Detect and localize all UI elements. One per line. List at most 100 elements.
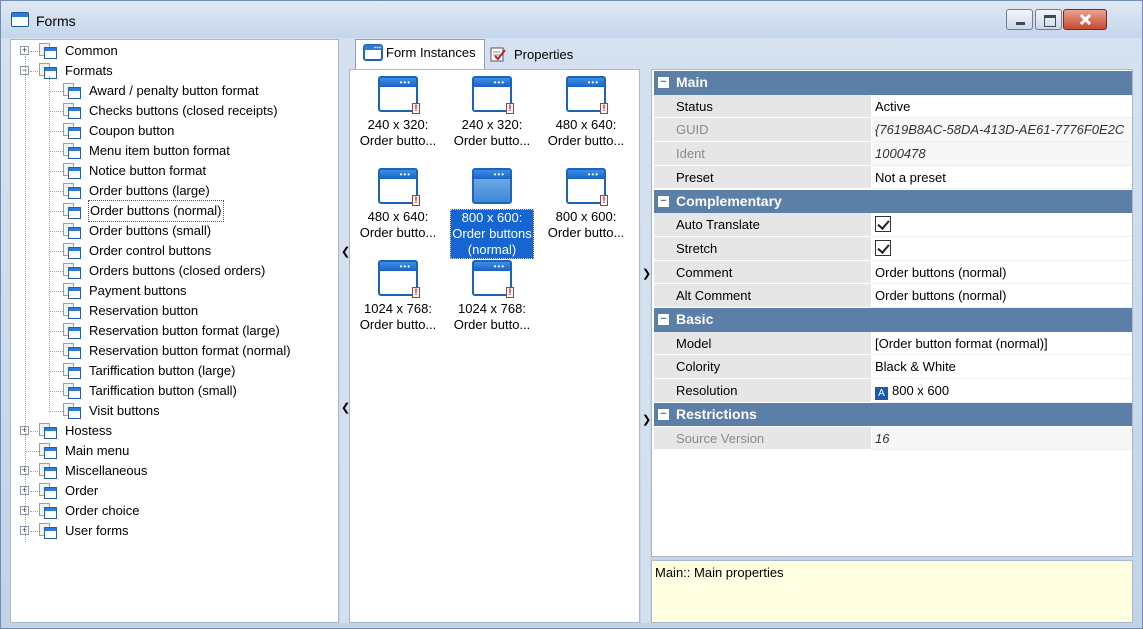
property-name: Colority <box>654 355 871 380</box>
property-value[interactable] <box>872 236 1132 261</box>
expand-icon[interactable]: + <box>20 46 29 55</box>
category-label: Restrictions <box>676 405 757 422</box>
tree-item[interactable]: Order buttons (normal) <box>11 200 338 222</box>
tree-item[interactable]: Notice button format <box>11 161 338 181</box>
tree-item[interactable]: + User forms <box>11 521 338 541</box>
form-folder-icon <box>63 183 81 199</box>
property-row[interactable]: Auto Translate <box>654 213 1132 237</box>
tree-item[interactable]: Payment buttons <box>11 281 338 301</box>
property-row[interactable]: Source Version 16 <box>654 426 1132 451</box>
minimize-button[interactable] <box>1006 9 1033 30</box>
tree-item[interactable]: Menu item button format <box>11 141 338 161</box>
property-name: GUID <box>654 118 871 143</box>
form-instance-item[interactable]: •••! 480 x 640: Order butto... <box>356 168 440 241</box>
property-category[interactable]: − Basic <box>654 308 1132 332</box>
collapse-category-icon[interactable]: − <box>658 408 669 420</box>
form-instance-item[interactable]: •••! 240 x 320: Order butto... <box>356 76 440 149</box>
tree-item[interactable]: Reservation button format (large) <box>11 321 338 341</box>
form-instance-item[interactable]: •••! 800 x 600: Order butto... <box>544 168 628 241</box>
property-row[interactable]: Ident 1000478 <box>654 142 1132 166</box>
left-splitter[interactable]: ❮ ❮ <box>340 39 350 623</box>
tree-item[interactable]: Order buttons (small) <box>11 221 338 241</box>
maximize-button[interactable] <box>1035 9 1062 30</box>
tree-item[interactable]: + Hostess <box>11 421 338 441</box>
tree-item[interactable]: Orders buttons (closed orders) <box>11 261 338 281</box>
form-folder-icon <box>63 263 81 279</box>
form-icon <box>363 44 383 61</box>
property-row[interactable]: Alt Comment Order buttons (normal) <box>654 284 1132 308</box>
tree-item[interactable]: + Common <box>11 41 338 61</box>
expand-right-arrow-icon[interactable]: ❯ <box>642 267 651 280</box>
form-folder-icon <box>63 403 81 419</box>
right-splitter[interactable]: ❯ ❯ <box>641 69 651 623</box>
property-value[interactable]: Active <box>872 94 1132 119</box>
property-value[interactable]: Order buttons (normal) <box>872 260 1132 285</box>
tree-item[interactable]: − Formats <box>11 61 338 81</box>
form-instance-icon: •••! <box>566 76 608 114</box>
close-button[interactable] <box>1063 9 1107 30</box>
property-category[interactable]: − Complementary <box>654 189 1132 214</box>
property-row[interactable]: GUID {7619B8AC-58DA-413D-AE61-7776F0E2C <box>654 118 1132 143</box>
tab-form-instances-label: Form Instances <box>386 45 476 60</box>
form-instance-item[interactable]: •••! 240 x 320: Order butto... <box>450 76 534 149</box>
tree-item[interactable]: Reservation button format (normal) <box>11 341 338 361</box>
form-instance-item[interactable]: •••! 1024 x 768: Order butto... <box>356 260 440 333</box>
tree-item[interactable]: Order buttons (large) <box>11 181 338 201</box>
property-row[interactable]: Stretch <box>654 236 1132 261</box>
form-instance-item[interactable]: •••! 480 x 640: Order butto... <box>544 76 628 149</box>
form-instance-item[interactable]: •••! 1024 x 768: Order butto... <box>450 260 534 333</box>
tree-item-label: Formats <box>65 63 113 78</box>
form-folder-icon <box>39 43 57 59</box>
property-row[interactable]: Colority Black & White <box>654 355 1132 380</box>
property-value[interactable]: Not a preset <box>872 165 1132 190</box>
property-value[interactable]: A 800 x 600 <box>872 379 1132 403</box>
tree-item[interactable]: Coupon button <box>11 121 338 141</box>
property-row[interactable]: Preset Not a preset <box>654 165 1132 190</box>
tree-item[interactable]: + Order choice <box>11 501 338 521</box>
form-folder-icon <box>39 483 57 499</box>
tab-form-instances[interactable]: Form Instances <box>355 39 485 69</box>
property-category[interactable]: − Restrictions <box>654 402 1132 427</box>
tree-item[interactable]: Award / penalty button format <box>11 81 338 101</box>
property-row[interactable]: Model [Order button format (normal)] <box>654 331 1132 356</box>
title-bar[interactable]: Forms <box>1 1 1142 38</box>
tree-item[interactable]: Tariffication button (large) <box>11 361 338 381</box>
property-name: Resolution <box>654 379 871 403</box>
tree-item[interactable]: Checks buttons (closed receipts) <box>11 101 338 121</box>
checked-checkbox[interactable] <box>875 239 891 256</box>
property-category[interactable]: − Main <box>654 71 1132 95</box>
tree-item[interactable]: Tariffication button (small) <box>11 381 338 401</box>
expand-right-arrow-icon-2[interactable]: ❯ <box>642 413 651 426</box>
tree-item[interactable]: + Miscellaneous <box>11 461 338 481</box>
form-folder-icon <box>63 103 81 119</box>
property-row[interactable]: Status Active <box>654 94 1132 119</box>
property-grid[interactable]: − Main Status Active GUID {7619B8AC-58DA-413D… <box>651 69 1133 557</box>
tree-item[interactable]: Order control buttons <box>11 241 338 261</box>
property-row[interactable]: Comment Order buttons (normal) <box>654 260 1132 285</box>
property-row[interactable]: Resolution A 800 x 600 <box>654 379 1132 403</box>
tree-item[interactable]: Visit buttons <box>11 401 338 421</box>
tree-item[interactable]: + Order <box>11 481 338 501</box>
form-instances-list[interactable]: •••! 240 x 320: Order butto... •••! 240 x 32… <box>349 69 640 623</box>
form-instance-icon: •••! <box>472 76 514 114</box>
property-value[interactable]: Order buttons (normal) <box>872 284 1132 308</box>
property-value[interactable]: [Order button format (normal)] <box>872 331 1132 356</box>
tree-item[interactable]: Main menu <box>11 441 338 461</box>
collapse-category-icon[interactable]: − <box>658 195 669 207</box>
collapse-category-icon[interactable]: − <box>658 314 669 325</box>
collapse-category-icon[interactable]: − <box>658 77 669 88</box>
tree-item-label: Order buttons (large) <box>89 183 210 198</box>
tab-properties[interactable]: Properties <box>483 41 582 68</box>
checked-checkbox[interactable] <box>875 216 891 233</box>
forms-tree[interactable]: + Common − Formats Award / penalty button fo… <box>10 39 339 623</box>
property-name: Stretch <box>654 236 871 261</box>
property-name: Comment <box>654 260 871 285</box>
property-value[interactable]: Black & White <box>872 355 1132 380</box>
tree-item[interactable]: Reservation button <box>11 301 338 321</box>
form-instance-icon: •••! <box>378 76 420 114</box>
form-instance-item[interactable]: ••• 800 x 600: Order buttons (normal) <box>450 168 534 259</box>
property-name: Model <box>654 331 871 356</box>
form-folder-icon <box>63 303 81 319</box>
tree-item-label: Orders buttons (closed orders) <box>89 263 266 278</box>
property-value[interactable] <box>872 213 1132 237</box>
